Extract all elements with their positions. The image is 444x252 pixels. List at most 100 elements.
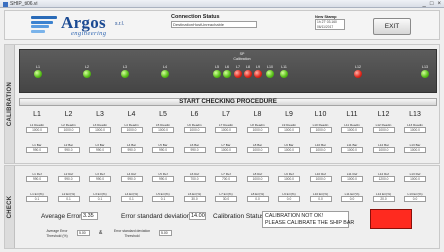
cell-value: 1000.0 bbox=[183, 127, 206, 133]
connection-status-label: Connection Status bbox=[171, 14, 220, 20]
calibration-status-field: CALIBRATION NOT OK! PLEASE CALIBRATE THE… bbox=[262, 211, 354, 228]
led-label: L3 bbox=[123, 65, 127, 69]
cell-value: 30.0 bbox=[215, 196, 237, 202]
led-label: L7 bbox=[236, 65, 240, 69]
led-label: L2 bbox=[85, 65, 89, 69]
data-cell: L13 Readin 1000.0 bbox=[401, 123, 429, 137]
data-cell: L11 Ref 1000.0 bbox=[338, 172, 366, 186]
cell-value: 0.1 bbox=[89, 196, 111, 202]
cell-value: 1000.0 bbox=[309, 127, 332, 133]
column-header: L13 bbox=[409, 111, 421, 118]
average-threshold-field[interactable]: 5.00 bbox=[77, 230, 90, 236]
std-dev-field: 14.00 bbox=[189, 212, 206, 220]
cell-value: 1000.0 bbox=[309, 176, 332, 182]
calibration-tab-label: CALIBRATION bbox=[6, 81, 13, 127]
cell-value: 990.0 bbox=[152, 176, 174, 182]
exit-button[interactable]: EXIT bbox=[373, 18, 411, 35]
data-cell: L1 Ref 990.0 bbox=[23, 172, 51, 186]
std-threshold-label: Error standard deviation Threshold bbox=[113, 229, 151, 238]
column-header: L1 bbox=[33, 111, 41, 118]
led-panel: SP Calibration L1 L2 L3 L4 L5 L6 L7 L8 L9 L10 L11 L… bbox=[19, 49, 437, 93]
cell-value: 1000.0 bbox=[26, 127, 48, 133]
column-header: L9 bbox=[285, 111, 293, 118]
column-headers: L1 L2 L3 L4 L5 L6 L7 L8 L9 L10 L11 L12 L13 bbox=[19, 111, 437, 121]
data-cell: L9 Err(%) 0.0 bbox=[275, 192, 303, 206]
column-header: L8 bbox=[253, 111, 262, 118]
column-header: L2 bbox=[64, 111, 73, 118]
column-header: L7 bbox=[222, 111, 230, 118]
led-green-icon bbox=[83, 70, 91, 78]
led-green-icon bbox=[280, 70, 288, 78]
cell-value: 1000.0 bbox=[341, 127, 363, 133]
cell-value: 1200.0 bbox=[372, 176, 395, 182]
data-cell: L5 Err(%) 0.1 bbox=[149, 192, 177, 206]
cell-value: 20.0 bbox=[372, 196, 395, 202]
start-checking-button[interactable]: START CHECKING PROCEDURE bbox=[19, 98, 437, 106]
data-cell: L3 Readin 1000.0 bbox=[86, 123, 114, 137]
data-cell: L6 Err(%) 30.0 bbox=[181, 192, 209, 206]
data-cell: L6 Readin 1000.0 bbox=[181, 123, 209, 137]
led-label: L6 bbox=[225, 65, 229, 69]
column-header: L6 bbox=[190, 111, 199, 118]
cell-value: 990.0 bbox=[26, 176, 48, 182]
logo-bars-icon bbox=[31, 16, 57, 34]
header: Argos s.r.l. engineering Connection Stat… bbox=[4, 10, 440, 40]
cell-value: 1000.0 bbox=[215, 127, 237, 133]
data-cell: L4 Readin 1000.0 bbox=[118, 123, 146, 137]
led-green-icon bbox=[161, 70, 169, 78]
data-cell: L2 Err(%) 0.1 bbox=[55, 192, 83, 206]
average-threshold-label: Average Error Threshold (%) bbox=[46, 229, 68, 238]
data-cell: L8 Readin 1000.0 bbox=[244, 123, 272, 137]
cell-value: 1000.0 bbox=[341, 147, 363, 153]
data-cell: L10 Readin 1000.0 bbox=[307, 123, 335, 137]
cell-value: 990.0 bbox=[120, 176, 143, 182]
calibration-status-label: Calibration Status bbox=[213, 213, 265, 220]
cell-value: 0.0 bbox=[404, 196, 426, 202]
logo-suffix: s.r.l. bbox=[115, 21, 125, 27]
led-green-icon bbox=[121, 70, 129, 78]
cell-value: 1000.0 bbox=[246, 127, 269, 133]
data-cell: L9 Bar 1000.0 bbox=[275, 143, 303, 157]
cell-value: 700.0 bbox=[215, 176, 237, 182]
data-cell: L12 Ref 1200.0 bbox=[370, 172, 398, 186]
data-cell: L8 Ref 1000.0 bbox=[244, 172, 272, 186]
led-label: L5 bbox=[215, 65, 219, 69]
data-cell: L7 Err(%) 30.0 bbox=[212, 192, 240, 206]
cell-value: 990.0 bbox=[89, 176, 111, 182]
data-cell: L5 Bar 990.0 bbox=[149, 143, 177, 157]
data-cell: L12 Bar 1000.0 bbox=[370, 143, 398, 157]
cell-value: 1000.0 bbox=[57, 127, 80, 133]
new-stamp-field: 1h 27' 03.160 06/11/2017 bbox=[315, 19, 345, 30]
data-cell: L4 Bar 990.0 bbox=[118, 143, 146, 157]
led-label: L13 bbox=[422, 65, 428, 69]
cell-value: 990.0 bbox=[120, 147, 143, 153]
cell-value: 1000.0 bbox=[89, 127, 111, 133]
data-cell: L9 Readin 1000.0 bbox=[275, 123, 303, 137]
status-indicator bbox=[370, 209, 412, 229]
cell-value: 1000.0 bbox=[372, 127, 395, 133]
calibration-section: CALIBRATION SP Calibration L1 L2 L3 L4 L5 L6 L… bbox=[4, 44, 440, 164]
led-green-icon bbox=[223, 70, 231, 78]
data-cell: L8 Err(%) 0.0 bbox=[244, 192, 272, 206]
data-cell: L6 Ref 700.0 bbox=[181, 172, 209, 186]
cell-value: 1000.0 bbox=[309, 147, 332, 153]
data-cell: L2 Ref 990.0 bbox=[55, 172, 83, 186]
cell-value: 1000.0 bbox=[404, 127, 426, 133]
threshold-separator: & bbox=[99, 230, 103, 236]
cell-value: 0.1 bbox=[26, 196, 48, 202]
data-cell: L12 Readin 1000.0 bbox=[370, 123, 398, 137]
close-icon[interactable]: × bbox=[437, 0, 441, 8]
led-label: L8 bbox=[246, 65, 250, 69]
data-cell: L13 Bar 1000.0 bbox=[401, 143, 429, 157]
std-threshold-field[interactable]: 5.00 bbox=[159, 230, 172, 236]
maximize-icon[interactable]: □ bbox=[430, 0, 434, 8]
data-cell: L11 Err(%) 0.0 bbox=[338, 192, 366, 206]
connection-status-field: DestinationHostUnreachable bbox=[171, 21, 257, 28]
data-cell: L10 Bar 1000.0 bbox=[307, 143, 335, 157]
cell-value: 990.0 bbox=[57, 176, 80, 182]
sp-calibration-label: SP Calibration bbox=[233, 52, 251, 61]
title-bar: SHIP_ti06.vi _ □ × bbox=[0, 0, 444, 8]
cell-value: 1000.0 bbox=[246, 176, 269, 182]
minimize-icon[interactable]: _ bbox=[423, 0, 426, 8]
cell-value: 0.0 bbox=[278, 196, 300, 202]
